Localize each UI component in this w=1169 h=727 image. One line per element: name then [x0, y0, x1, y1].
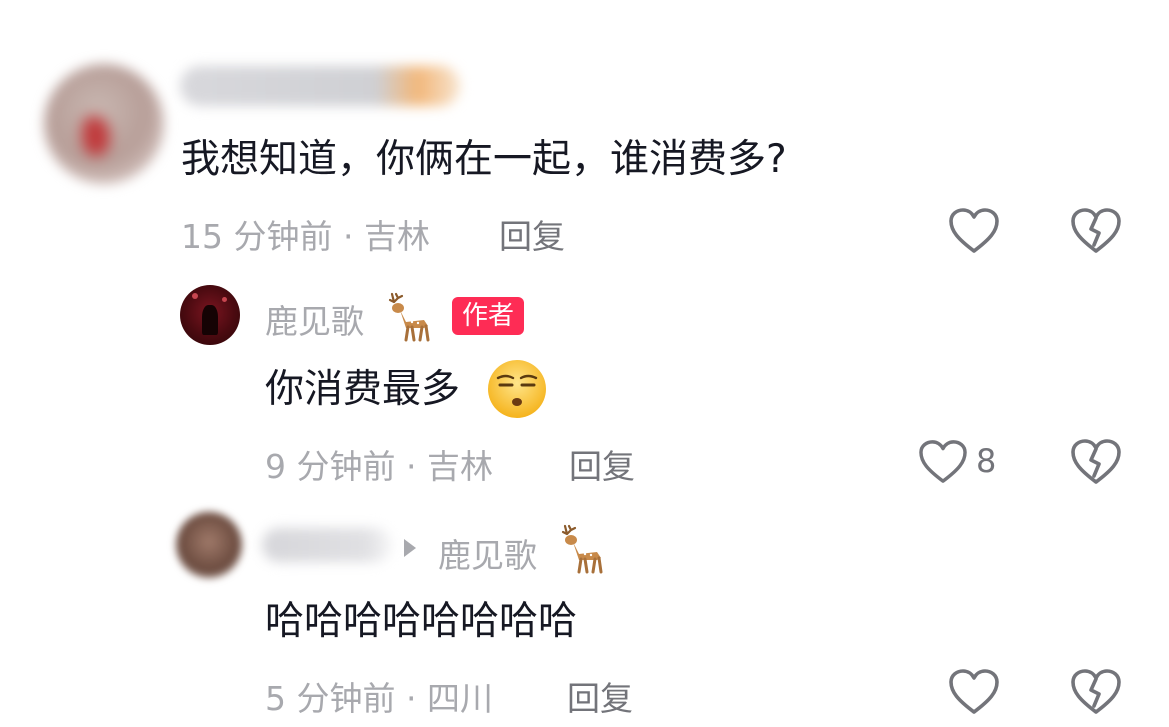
unamused-face-emoji-icon: [488, 360, 546, 418]
deer-emoji-icon: [561, 524, 603, 574]
reply-button[interactable]: 回复: [569, 440, 635, 488]
reply-button[interactable]: 回复: [499, 210, 565, 258]
reply-button[interactable]: 回复: [567, 672, 633, 720]
author-badge: 作者: [452, 297, 525, 335]
broken-heart-icon[interactable]: [1070, 207, 1122, 255]
avatar[interactable]: [180, 285, 240, 345]
blurred-username[interactable]: [262, 528, 392, 562]
avatar[interactable]: [44, 64, 164, 184]
broken-heart-icon[interactable]: [1070, 668, 1122, 716]
comment-text: 你消费最多: [265, 367, 461, 412]
comment-time-location: 15 分钟前 · 吉林: [181, 217, 430, 256]
reply-to-username[interactable]: 鹿见歌: [438, 529, 537, 577]
like-count: 8: [976, 442, 997, 480]
blurred-username[interactable]: [180, 66, 460, 106]
broken-heart-icon[interactable]: [1070, 438, 1122, 486]
comment-text: 哈哈哈哈哈哈哈哈: [265, 599, 578, 644]
comment-text: 我想知道，你俩在一起，谁消费多?: [181, 137, 787, 182]
author-username[interactable]: 鹿见歌: [265, 295, 364, 343]
comment-thread: 我想知道，你俩在一起，谁消费多? 15 分钟前 · 吉林 回复 鹿见歌 作者 你…: [0, 0, 1169, 727]
comment-time-location: 9 分钟前 · 吉林: [265, 447, 493, 486]
deer-emoji-icon: [388, 292, 430, 342]
comment-time-location: 5 分钟前 · 四川: [265, 679, 493, 718]
heart-icon[interactable]: [918, 439, 968, 485]
avatar[interactable]: [176, 512, 242, 578]
heart-icon[interactable]: [948, 668, 1000, 716]
reply-arrow-icon: [404, 539, 416, 557]
heart-icon[interactable]: [948, 207, 1000, 255]
